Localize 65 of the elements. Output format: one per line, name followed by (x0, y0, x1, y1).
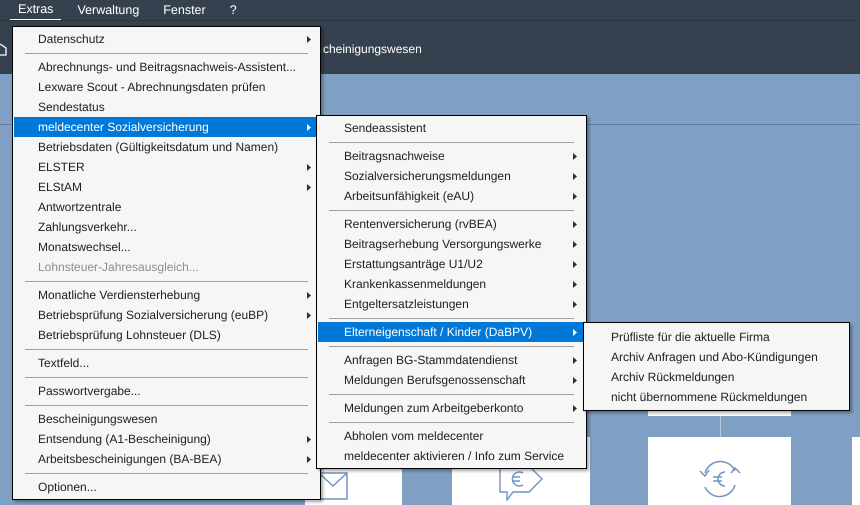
menu-item[interactable]: meldecenter aktivieren / Info zum Service (318, 446, 585, 466)
submenu-arrow-icon (307, 164, 311, 170)
menu-item[interactable]: Sendeassistent (318, 118, 585, 138)
menu-item[interactable]: Lexware Scout - Abrechnungsdaten prüfen (14, 77, 319, 97)
menu-item[interactable]: Monatswechsel... (14, 237, 319, 257)
menu-item[interactable]: nicht übernommene Rückmeldungen (585, 387, 848, 407)
menu-item[interactable]: Abrechnungs- und Beitragsnachweis-Assistent... (14, 57, 319, 77)
submenu-arrow-icon (573, 152, 577, 160)
diagram-card (852, 437, 860, 505)
submenu-arrow-icon (573, 404, 577, 412)
menu-item[interactable]: Erstattungsanträge U1/U2 (318, 254, 585, 274)
menu-item[interactable]: Sendestatus (14, 97, 319, 117)
menu-item[interactable]: Elterneigenschaft / Kinder (DaBPV) (318, 322, 585, 342)
submenu-arrow-icon (307, 436, 311, 442)
menu-item[interactable]: Prüfliste für die aktuelle Firma (585, 327, 848, 347)
menu-item[interactable]: ELStAM (14, 177, 319, 197)
menu-item[interactable]: Beitragserhebung Versorgungswerke (318, 234, 585, 254)
menu-item[interactable]: Meldungen Berufsgenossenschaft (318, 370, 585, 390)
menu-item[interactable]: Beitragsnachweise (318, 146, 585, 166)
menu-item[interactable]: Textfeld... (14, 353, 319, 373)
submenu-arrow-icon (573, 356, 577, 364)
submenu-arrow-icon (307, 36, 311, 42)
submenu-arrow-icon (573, 328, 577, 336)
menu-bar-item[interactable]: Verwaltung (69, 0, 148, 20)
menu-item[interactable]: Entgeltersatzleistungen (318, 294, 585, 314)
header-title: cheinigungswesen (323, 40, 422, 58)
submenu-arrow-icon (307, 184, 311, 190)
euro-cycle-icon (696, 459, 742, 499)
submenu-arrow-icon (573, 260, 577, 268)
submenu-arrow-icon (573, 172, 577, 180)
menu-item[interactable]: Arbeitsunfähigkeit (eAU) (318, 186, 585, 206)
menu-item[interactable]: meldecenter Sozialversicherung (14, 117, 319, 137)
submenu-arrow-icon (573, 240, 577, 248)
menu-bar-item[interactable]: ? (222, 0, 245, 20)
menu-item[interactable]: Optionen... (14, 477, 319, 497)
submenu-arrow-icon (573, 376, 577, 384)
submenu-arrow-icon (307, 456, 311, 462)
submenu-arrow-icon (307, 312, 311, 318)
menu-item[interactable]: ELSTER (14, 157, 319, 177)
menu-item[interactable]: Archiv Rückmeldungen (585, 367, 848, 387)
menu-item[interactable]: Krankenkassenmeldungen (318, 274, 585, 294)
submenu-arrow-icon (573, 220, 577, 228)
submenu-arrow-icon (573, 192, 577, 200)
submenu-arrow-icon (307, 124, 311, 130)
menu-item[interactable]: Datenschutz (14, 29, 319, 49)
menu-item[interactable]: Sozialversicherungsmeldungen (318, 166, 585, 186)
menu-item[interactable]: Archiv Anfragen und Abo-Kündigungen (585, 347, 848, 367)
menu-item[interactable]: Monatliche Verdiensterhebung (14, 285, 319, 305)
menu-item[interactable]: Betriebsdaten (Gültigkeitsdatum und Namen) (14, 137, 319, 157)
menu-item[interactable]: Passwortvergabe... (14, 381, 319, 401)
menu-item[interactable]: Zahlungsverkehr... (14, 217, 319, 237)
menu-item[interactable]: Meldungen zum Arbeitgeberkonto (318, 398, 585, 418)
menu-item[interactable]: Antwortzentrale (14, 197, 319, 217)
submenu-arrow-icon (307, 292, 311, 298)
menu-bar-item[interactable]: Fenster (155, 0, 214, 20)
menu-item[interactable]: Anfragen BG-Stammdatendienst (318, 350, 585, 370)
menu-item[interactable]: Betriebsprüfung Sozialversicherung (euBP) (14, 305, 319, 325)
menu-item[interactable]: Entsendung (A1-Bescheinigung) (14, 429, 319, 449)
menu-item[interactable]: Arbeitsbescheinigungen (BA-BEA) (14, 449, 319, 469)
menu-item[interactable]: Bescheinigungswesen (14, 409, 319, 429)
submenu-arrow-icon (573, 300, 577, 308)
menu-item[interactable]: Abholen vom meldecenter (318, 426, 585, 446)
submenu-arrow-icon (573, 280, 577, 288)
menu-item[interactable]: Betriebsprüfung Lohnsteuer (DLS) (14, 325, 319, 345)
menu-item[interactable]: Rentenversicherung (rvBEA) (318, 214, 585, 234)
